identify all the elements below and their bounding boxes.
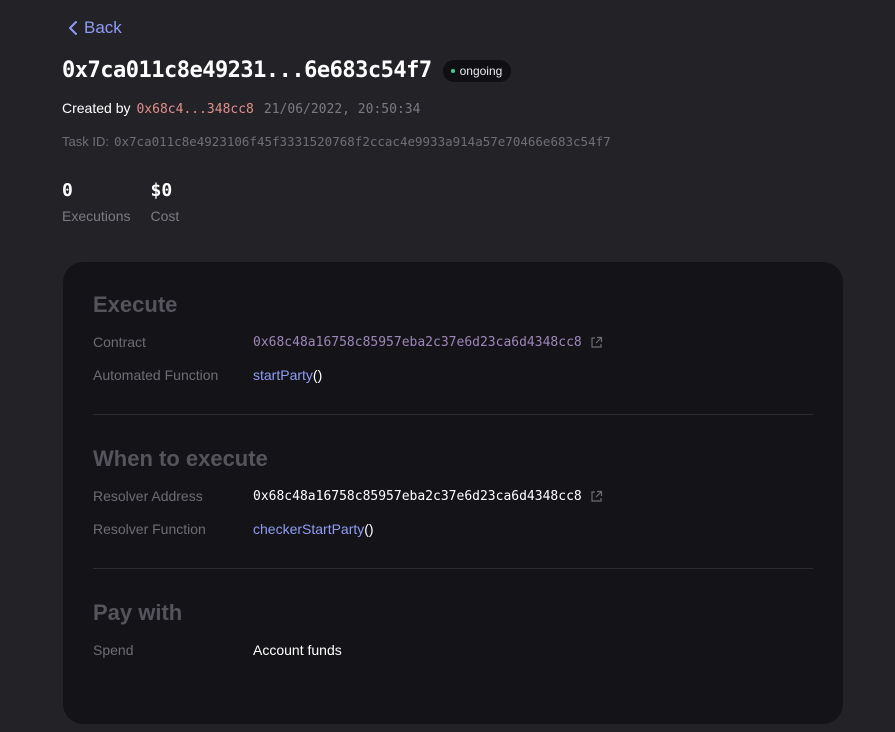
created-row: Created by 0x68c4...348cc8 21/06/2022, 2…	[62, 100, 420, 117]
automated-function-row: Automated Function startParty ()	[93, 367, 322, 383]
creator-address[interactable]: 0x68c4...348cc8	[136, 102, 253, 117]
title-row: 0x7ca011c8e49231...6e683c54f7 ongoing	[62, 58, 512, 83]
status-dot-icon	[450, 68, 455, 73]
executions-label: Executions	[62, 208, 131, 224]
created-date: 21/06/2022, 20:50:34	[263, 102, 421, 117]
resolver-address-value: 0x68c48a16758c85957eba2c37e6d23ca6d4348c…	[253, 489, 603, 504]
task-id-label: Task ID:	[62, 134, 109, 149]
resolver-function-value: checkerStartParty ()	[253, 521, 374, 537]
resolver-function-parens: ()	[364, 521, 374, 537]
stats: 0 Executions $0 Cost	[62, 180, 199, 224]
execute-section-title: Execute	[93, 292, 178, 317]
automated-function-link[interactable]: startParty	[253, 367, 313, 383]
back-link[interactable]: Back	[68, 18, 122, 38]
spend-label: Spend	[93, 642, 134, 658]
stat-executions: 0 Executions	[62, 180, 130, 224]
contract-value: 0x68c48a16758c85957eba2c37e6d23ca6d4348c…	[253, 335, 603, 350]
resolver-address-link[interactable]: 0x68c48a16758c85957eba2c37e6d23ca6d4348c…	[253, 489, 582, 504]
spend-row: Spend Account funds	[93, 642, 342, 658]
pay-section-title: Pay with	[93, 600, 183, 625]
status-label: ongoing	[459, 63, 503, 78]
external-link-icon[interactable]	[590, 490, 603, 503]
page-title: 0x7ca011c8e49231...6e683c54f7	[62, 58, 432, 83]
section-divider	[93, 568, 813, 569]
automated-function-parens: ()	[312, 367, 323, 383]
contract-address-link[interactable]: 0x68c48a16758c85957eba2c37e6d23ca6d4348c…	[253, 335, 582, 350]
resolver-function-link[interactable]: checkerStartParty	[253, 521, 364, 537]
chevron-left-icon	[69, 21, 77, 35]
created-by-label: Created by	[62, 100, 131, 116]
contract-row: Contract 0x68c48a16758c85957eba2c37e6d23…	[93, 334, 603, 350]
contract-label: Contract	[93, 334, 146, 350]
task-config-card: Execute Contract 0x68c48a16758c85957eba2…	[63, 262, 843, 724]
task-id-value: 0x7ca011c8e4923106f45f3331520768f2ccac4e…	[113, 134, 611, 149]
executions-value: 0	[62, 180, 73, 201]
cost-label: Cost	[150, 208, 180, 224]
task-detail-page: Back 0x7ca011c8e49231...6e683c54f7 ongoi…	[0, 0, 895, 732]
when-section-title: When to execute	[93, 446, 268, 471]
external-link-icon[interactable]	[590, 336, 603, 349]
resolver-function-row: Resolver Function checkerStartParty ()	[93, 521, 374, 537]
spend-value: Account funds	[253, 642, 342, 658]
resolver-address-label: Resolver Address	[93, 488, 203, 504]
back-label: Back	[84, 18, 122, 37]
automated-function-label: Automated Function	[93, 367, 219, 383]
resolver-function-label: Resolver Function	[93, 521, 206, 537]
task-id-row: Task ID: 0x7ca011c8e4923106f45f333152076…	[62, 134, 611, 149]
status-badge: ongoing	[442, 59, 512, 82]
stat-cost: $0 Cost	[150, 180, 179, 224]
cost-value: $0	[150, 180, 173, 201]
section-divider	[93, 414, 813, 415]
automated-function-value: startParty ()	[253, 367, 322, 383]
resolver-address-row: Resolver Address 0x68c48a16758c85957eba2…	[93, 488, 603, 504]
